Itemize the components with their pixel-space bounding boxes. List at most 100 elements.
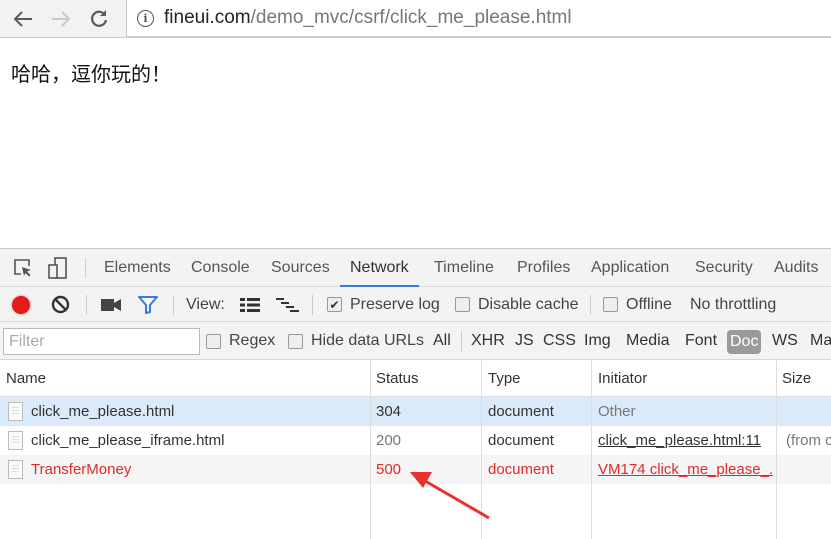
arrow-right-icon	[52, 11, 71, 27]
column-divider[interactable]	[481, 360, 482, 539]
filter-funnel-icon	[138, 295, 158, 314]
waterfall-icon	[276, 297, 299, 312]
filter-toggle-button[interactable]	[138, 287, 158, 322]
overview-button[interactable]	[276, 287, 300, 322]
checkbox-icon	[455, 297, 470, 312]
document-icon	[8, 460, 23, 479]
capture-screenshots-button[interactable]	[101, 287, 121, 322]
filter-type-js[interactable]: JS	[515, 322, 534, 360]
filter-type-media[interactable]: Media	[626, 322, 670, 360]
column-divider[interactable]	[591, 360, 592, 539]
reload-button[interactable]	[84, 4, 114, 34]
tab-network[interactable]: Network	[340, 249, 419, 287]
request-size	[786, 397, 831, 426]
filter-bar: Regex Hide data URLs All XHR JS CSS Img …	[0, 322, 831, 360]
request-size: (from c	[786, 432, 831, 449]
divider	[312, 295, 313, 315]
filter-type-ws[interactable]: WS	[772, 322, 798, 360]
devtools-tabbar: Elements Console Sources Network Timelin…	[0, 249, 831, 287]
video-camera-icon	[101, 298, 121, 311]
url-text: fineui.com/demo_mvc/csrf/click_me_please…	[164, 7, 572, 29]
request-initiator-link[interactable]: click_me_please.html:11	[598, 426, 761, 455]
info-icon[interactable]: i	[137, 9, 154, 27]
checkbox-checked-icon: ✔	[327, 297, 342, 312]
devtools-panel: Elements Console Sources Network Timelin…	[0, 248, 831, 539]
column-header-type[interactable]: Type	[488, 360, 521, 397]
disable-cache-checkbox[interactable]: Disable cache	[455, 287, 579, 322]
filter-type-xhr[interactable]: XHR	[471, 322, 505, 360]
filter-type-css[interactable]: CSS	[543, 322, 576, 360]
record-icon	[12, 295, 30, 314]
preserve-log-label: Preserve log	[350, 295, 440, 313]
request-type: document	[488, 461, 554, 478]
column-header-initiator[interactable]: Initiator	[598, 360, 647, 397]
request-initiator-link[interactable]: VM174 click_me_please_...	[598, 455, 773, 484]
forward-button[interactable]	[46, 4, 76, 34]
filter-type-font[interactable]: Font	[685, 322, 717, 360]
request-status: 200	[376, 432, 402, 449]
tab-security[interactable]: Security	[695, 249, 753, 287]
browser-toolbar: i fineui.com/demo_mvc/csrf/click_me_plea…	[0, 0, 831, 38]
table-row[interactable]: TransferMoney 500 document VM174 click_m…	[0, 455, 831, 484]
request-name: TransferMoney	[31, 461, 132, 478]
column-divider[interactable]	[370, 360, 371, 539]
request-name: click_me_please_iframe.html	[31, 432, 225, 449]
request-initiator: Other	[598, 403, 636, 420]
tab-timeline[interactable]: Timeline	[434, 249, 494, 287]
document-icon	[8, 402, 23, 421]
table-row[interactable]: click_me_please_iframe.html 200 document…	[0, 426, 831, 455]
disable-cache-label: Disable cache	[478, 295, 579, 313]
reload-icon	[91, 10, 108, 27]
tab-console[interactable]: Console	[191, 249, 250, 287]
network-requests-table: Name Status Type Initiator Size click_me…	[0, 360, 831, 539]
address-bar[interactable]: i fineui.com/demo_mvc/csrf/click_me_plea…	[126, 0, 831, 37]
table-header: Name Status Type Initiator Size	[0, 360, 831, 397]
network-toolbar: View: ✔ Preserve log Disable cache Offlin…	[0, 287, 831, 322]
arrow-left-icon	[13, 11, 32, 27]
column-header-status[interactable]: Status	[376, 360, 419, 397]
hide-data-urls-checkbox[interactable]: Hide data URLs	[288, 322, 424, 360]
filter-type-manifest[interactable]: Ma	[810, 322, 831, 360]
clear-button[interactable]	[51, 287, 70, 322]
checkbox-icon	[206, 333, 221, 349]
filter-type-img[interactable]: Img	[584, 322, 611, 360]
filter-input[interactable]	[3, 328, 200, 355]
divider	[173, 295, 174, 315]
offline-checkbox[interactable]: Offline	[603, 287, 672, 322]
large-rows-button[interactable]	[240, 287, 260, 322]
offline-label: Offline	[626, 295, 672, 313]
request-type: document	[488, 403, 554, 420]
list-view-icon	[240, 297, 260, 312]
tab-profiles[interactable]: Profiles	[517, 249, 570, 287]
regex-label: Regex	[229, 332, 276, 349]
request-status: 304	[376, 403, 402, 420]
filter-type-doc[interactable]: Doc	[727, 330, 762, 354]
preserve-log-checkbox[interactable]: ✔ Preserve log	[327, 287, 440, 322]
device-toolbar-icon[interactable]	[47, 257, 69, 279]
inspect-element-icon[interactable]	[12, 257, 34, 279]
tab-audits[interactable]: Audits	[774, 249, 818, 287]
throttling-select[interactable]: No throttling	[690, 287, 776, 322]
column-header-name[interactable]: Name	[6, 360, 46, 397]
clear-icon	[51, 295, 70, 314]
request-status: 500	[376, 461, 402, 478]
column-header-size[interactable]: Size	[782, 360, 811, 397]
tab-elements[interactable]: Elements	[104, 249, 171, 287]
tab-application[interactable]: Application	[591, 249, 669, 287]
column-divider[interactable]	[776, 360, 777, 539]
view-label: View:	[186, 295, 225, 313]
filter-type-all[interactable]: All	[433, 322, 451, 360]
url-path: /demo_mvc/csrf/click_me_please.html	[250, 7, 572, 28]
back-button[interactable]	[8, 4, 38, 34]
tab-sources[interactable]: Sources	[271, 249, 330, 287]
checkbox-icon	[288, 333, 303, 349]
request-size	[786, 455, 831, 484]
page-message: 哈哈，逗你玩的！	[11, 62, 171, 86]
checkbox-icon	[603, 297, 618, 312]
request-type: document	[488, 432, 554, 449]
divider	[461, 331, 462, 351]
record-button[interactable]	[12, 287, 30, 322]
table-row[interactable]: click_me_please.html 304 document Other	[0, 397, 831, 426]
regex-checkbox[interactable]: Regex	[206, 322, 275, 360]
divider	[86, 295, 87, 315]
